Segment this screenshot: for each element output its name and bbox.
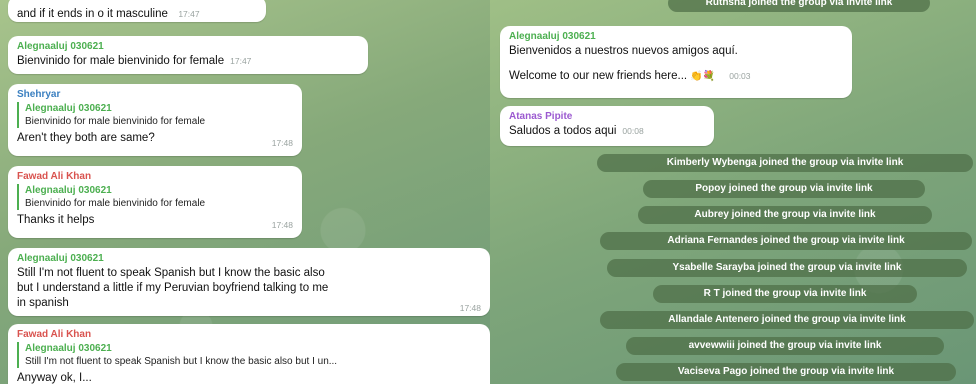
sender-name[interactable]: Fawad Ali Khan [17,329,481,340]
message-text-line: Still I'm not fluent to speak Spanish bu… [17,267,325,279]
message-bubble[interactable]: Fawad Ali Khan Alegnaaluj 030621 Bienvin… [8,166,302,238]
reply-quote-text: Still I'm not fluent to speak Spanish bu… [25,356,338,367]
message-bubble[interactable]: and if it ends in o it masculine 17:47 [8,0,266,22]
left-chat-panel: and if it ends in o it masculine 17:47 A… [0,0,490,384]
message-text: Thanks it helps [17,214,95,226]
join-notice: Vaciseva Pago joined the group via invit… [616,363,956,381]
reply-quote-text: Bienvinido for male bienvinido for femal… [25,198,206,209]
reply-quote[interactable]: Alegnaaluj 030621 Bienvinido for male bi… [17,184,293,210]
message-time: 17:47 [230,56,252,66]
message-time: 17:48 [271,220,293,230]
message-bubble[interactable]: Alegnaaluj 030621 Still I'm not fluent t… [8,248,490,316]
sender-name[interactable]: Fawad Ali Khan [17,171,293,182]
reply-quote-sender: Alegnaaluj 030621 [25,343,112,354]
message-time: 17:48 [271,138,293,148]
join-notice: Ysabelle Sarayba joined the group via in… [607,259,967,277]
message-text-line: in spanish [17,297,69,309]
join-notice: Allandale Antenero joined the group via … [600,311,974,329]
sender-name[interactable]: Atanas Pipite [509,111,705,122]
message-bubble[interactable]: Alegnaaluj 030621 Bienvinido for male bi… [8,36,368,74]
join-notice: Ruthsna joined the group via invite link [668,0,930,12]
reply-quote-sender: Alegnaaluj 030621 [25,103,112,114]
message-text: and if it ends in o it masculine [17,8,168,20]
message-time: 00:03 [729,71,751,81]
sender-name[interactable]: Alegnaaluj 030621 [17,253,481,264]
reply-quote-sender: Alegnaaluj 030621 [25,185,112,196]
message-text-line: but I understand a little if my Peruvian… [17,282,329,294]
message-bubble[interactable]: Shehryar Alegnaaluj 030621 Bienvinido fo… [8,84,302,156]
join-notice: avvewwiii joined the group via invite li… [626,337,944,355]
message-text: Saludos a todos aqui [509,125,617,137]
sender-name[interactable]: Alegnaaluj 030621 [17,41,359,52]
message-bubble[interactable]: Atanas Pipite Saludos a todos aqui 00:08 [500,106,714,146]
message-text: Aren't they both are same? [17,132,155,144]
reply-quote-text: Bienvinido for male bienvinido for femal… [25,116,206,127]
message-time: 17:47 [178,9,200,19]
join-notice: Kimberly Wybenga joined the group via in… [597,154,973,172]
reply-quote[interactable]: Alegnaaluj 030621 Bienvinido for male bi… [17,102,293,128]
message-text: Bienvinido for male bienvinido for femal… [17,55,225,67]
clap-flower-emoji: 👏💐 [690,71,716,82]
right-chat-panel: Ruthsna joined the group via invite link… [490,0,976,384]
message-time: 17:48 [459,303,481,313]
message-text-line: Welcome to our new friends here... [509,70,688,82]
message-text-line: Bienvenidos a nuestros nuevos amigos aqu… [509,45,738,57]
message-time: 00:08 [622,126,644,136]
join-notice: Adriana Fernandes joined the group via i… [600,232,972,250]
join-notice: Popoy joined the group via invite link [643,180,925,198]
join-notice: R T joined the group via invite link [653,285,917,303]
join-notice: Aubrey joined the group via invite link [638,206,932,224]
reply-quote[interactable]: Alegnaaluj 030621 Still I'm not fluent t… [17,342,481,368]
screenshot: and if it ends in o it masculine 17:47 A… [0,0,976,384]
message-bubble[interactable]: Alegnaaluj 030621 Bienvenidos a nuestros… [500,26,852,98]
message-bubble[interactable]: Fawad Ali Khan Alegnaaluj 030621 Still I… [8,324,490,384]
sender-name[interactable]: Shehryar [17,89,293,100]
sender-name[interactable]: Alegnaaluj 030621 [509,31,843,42]
message-text: Anyway ok, I... [17,372,92,384]
